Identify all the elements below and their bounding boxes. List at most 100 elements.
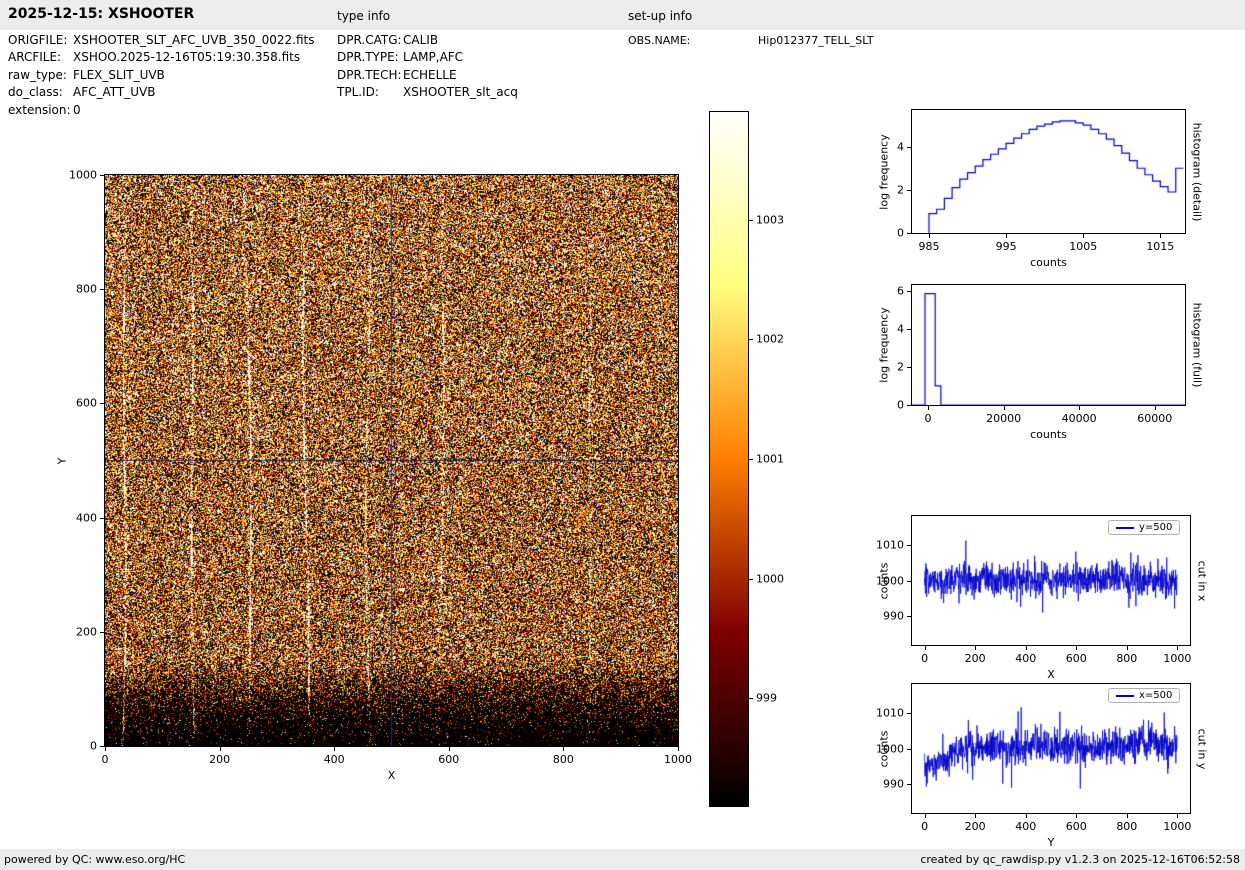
y-tick-label: 990 (883, 610, 904, 623)
x-tick (334, 747, 335, 751)
right-side-label: histogram (detail) (1191, 122, 1204, 221)
y-tick-label: 2 (897, 360, 904, 373)
y-tick (100, 289, 104, 290)
y-tick-label: 1010 (876, 538, 904, 551)
x-tick (925, 646, 926, 650)
x-axis-label: Y (1048, 836, 1055, 849)
legend-label: x=500 (1139, 690, 1172, 701)
colorbar-tick (749, 220, 753, 221)
x-tick-label: 1000 (664, 753, 692, 766)
colorbar-tick-label: 1001 (756, 453, 784, 466)
legend-line-sample (1116, 695, 1134, 697)
y-tick (907, 545, 911, 546)
y-axis-label: counts (878, 562, 891, 599)
y-tick (907, 291, 911, 292)
legend: y=500 (1108, 520, 1180, 535)
x-tick-label: 0 (925, 412, 932, 425)
right-side-label: cut in x (1196, 560, 1209, 601)
y-tick-label: 400 (76, 511, 97, 524)
x-tick (1004, 406, 1005, 410)
x-tick (1127, 814, 1128, 818)
y-tick (100, 175, 104, 176)
cut-in-x-canvas (912, 516, 1190, 645)
y-tick (907, 405, 911, 406)
y-tick-label: 200 (76, 625, 97, 638)
x-tick-label: 600 (438, 753, 459, 766)
x-tick-label: 600 (1066, 652, 1087, 665)
y-tick (907, 749, 911, 750)
x-tick (1177, 646, 1178, 650)
x-axis-label: X (388, 769, 396, 782)
histogram-detail-canvas (912, 110, 1185, 233)
x-tick-label: 60000 (1137, 412, 1172, 425)
x-tick (1026, 646, 1027, 650)
colorbar-tick (749, 698, 753, 699)
x-tick-label: 200 (965, 820, 986, 833)
y-tick (100, 403, 104, 404)
y-tick-label: 1010 (876, 706, 904, 719)
x-tick (1076, 646, 1077, 650)
x-tick (1026, 814, 1027, 818)
x-tick (563, 747, 564, 751)
x-tick-label: 40000 (1062, 412, 1097, 425)
x-tick-label: 200 (209, 753, 230, 766)
colorbar-tick-label: 1003 (756, 213, 784, 226)
x-tick-label: 400 (1015, 820, 1036, 833)
y-tick (100, 632, 104, 633)
footer-left-text: powered by QC: www.eso.org/HC (4, 849, 185, 870)
y-tick (907, 190, 911, 191)
y-tick (907, 784, 911, 785)
legend-label: y=500 (1139, 522, 1172, 533)
x-tick (678, 747, 679, 751)
x-tick (1083, 234, 1084, 238)
x-tick (449, 747, 450, 751)
x-tick-label: 20000 (986, 412, 1021, 425)
y-tick (907, 581, 911, 582)
x-tick-label: 995 (996, 240, 1017, 253)
x-axis-label: counts (1030, 256, 1067, 269)
y-axis-label: Y (56, 457, 69, 464)
y-tick (100, 518, 104, 519)
y-tick (907, 233, 911, 234)
colorbar-tick (749, 579, 753, 580)
y-axis-label: log frequency (878, 134, 891, 209)
x-tick (928, 406, 929, 410)
cut-in-y-canvas (912, 684, 1190, 813)
x-tick (1177, 814, 1178, 818)
x-tick (1006, 234, 1007, 238)
x-tick (975, 646, 976, 650)
x-axis-label: X (1047, 668, 1055, 681)
x-tick (975, 814, 976, 818)
x-tick-label: 200 (965, 652, 986, 665)
y-tick (907, 367, 911, 368)
x-tick (925, 814, 926, 818)
y-tick (907, 713, 911, 714)
x-tick-label: 1005 (1069, 240, 1097, 253)
histogram-full-canvas (912, 285, 1185, 405)
figure-area: 0200400600800100002004006008001000XY1003… (0, 0, 1245, 870)
x-tick-label: 1000 (1163, 652, 1191, 665)
colorbar-canvas (710, 112, 748, 806)
x-axis-label: counts (1030, 428, 1067, 441)
y-tick (100, 746, 104, 747)
y-tick-label: 0 (90, 740, 97, 753)
y-tick-label: 600 (76, 397, 97, 410)
y-tick (907, 616, 911, 617)
colorbar-tick-label: 1002 (756, 333, 784, 346)
colorbar-tick-label: 1000 (756, 572, 784, 585)
legend-line-sample (1116, 527, 1134, 529)
colorbar-tick-label: 999 (756, 692, 777, 705)
x-tick-label: 0 (102, 753, 109, 766)
x-tick (220, 747, 221, 751)
y-tick-label: 800 (76, 283, 97, 296)
y-axis-label: log frequency (878, 307, 891, 382)
legend: x=500 (1108, 688, 1180, 703)
x-tick (1076, 814, 1077, 818)
x-tick-label: 0 (921, 820, 928, 833)
colorbar-tick (749, 459, 753, 460)
y-tick-label: 4 (897, 322, 904, 335)
x-tick-label: 800 (1116, 820, 1137, 833)
x-tick (1155, 406, 1156, 410)
x-tick (1127, 646, 1128, 650)
right-side-label: histogram (full) (1191, 303, 1204, 388)
